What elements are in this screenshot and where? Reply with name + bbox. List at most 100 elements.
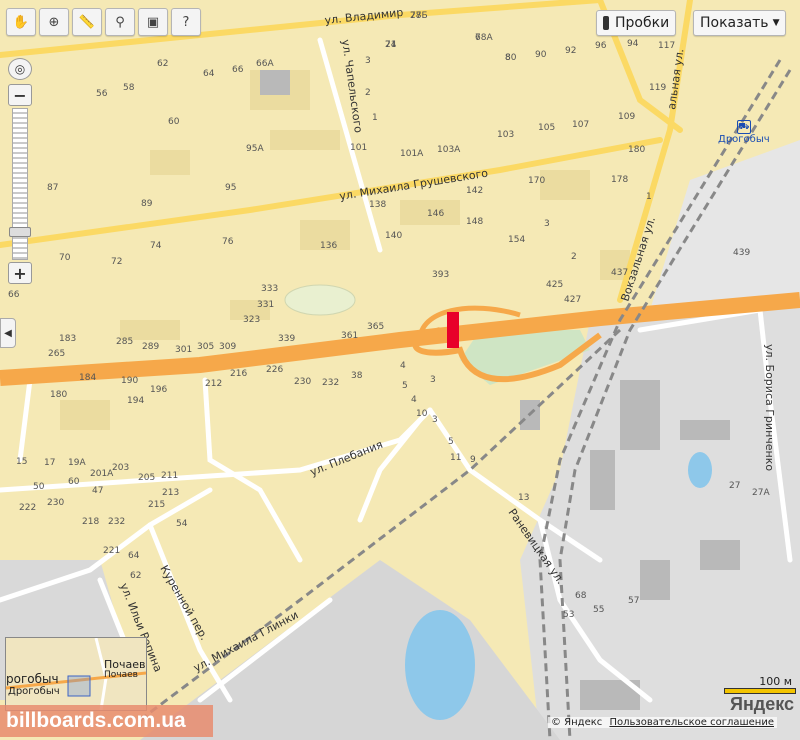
house-number: 439 — [733, 248, 750, 258]
zoom-area-tool-button[interactable]: ⊕ — [39, 8, 69, 36]
house-number: 4 — [411, 395, 417, 405]
house-number: 154 — [508, 235, 525, 245]
house-number: 222 — [19, 503, 36, 513]
house-number: 94 — [627, 39, 639, 49]
house-number: 323 — [243, 315, 260, 325]
house-number: 230 — [294, 377, 311, 387]
house-number: 232 — [322, 378, 339, 388]
house-number: 9 — [470, 455, 476, 465]
scale-label: 100 м — [759, 675, 792, 688]
traffic-button[interactable]: Пробки — [596, 10, 677, 36]
house-number: 146 — [427, 209, 444, 219]
house-number: 425 — [546, 280, 563, 290]
map-toolbar: ✋ ⊕ 📏 ⚲ ▣? — [6, 8, 201, 36]
house-number: 68 — [575, 591, 587, 601]
house-number: 74 — [150, 241, 162, 251]
house-number: 142 — [466, 186, 483, 196]
house-number: 3 — [544, 219, 550, 229]
house-number: 213 — [162, 488, 179, 498]
house-number: 331 — [257, 300, 274, 310]
ruler-tool-button[interactable]: 📏 — [72, 8, 102, 36]
stadium — [284, 284, 356, 316]
house-number: 393 — [432, 270, 449, 280]
house-number: 184 — [79, 373, 96, 383]
house-number: 203 — [112, 463, 129, 473]
chevron-left-icon: ◀ — [4, 327, 12, 339]
house-number: 56 — [96, 89, 108, 99]
house-number: 5 — [448, 437, 454, 447]
zoom-out-button[interactable]: − — [8, 84, 32, 106]
house-number: 109 — [618, 112, 635, 122]
house-number: 119 — [649, 83, 666, 93]
terms-link[interactable]: Пользовательское соглашение — [609, 717, 774, 728]
house-number: 180 — [50, 390, 67, 400]
house-number: 437 — [611, 268, 628, 278]
house-number: 285 — [116, 337, 133, 347]
house-number: 6 — [475, 33, 481, 43]
house-number: 339 — [278, 334, 295, 344]
house-number: 140 — [385, 231, 402, 241]
house-number: 21 — [385, 40, 396, 50]
house-number: 53 — [563, 610, 574, 620]
hand-icon: ✋ — [12, 14, 30, 30]
house-number: 196 — [150, 385, 167, 395]
minimap[interactable]: рогобыч Дрогобыч Почаев Почаев — [5, 637, 147, 711]
chevron-down-icon: ▼ — [772, 18, 780, 28]
help-icon: ? — [182, 14, 190, 30]
house-number: 138 — [369, 200, 386, 210]
house-number: 19A — [68, 458, 86, 468]
house-number: 64 — [128, 551, 140, 561]
map-canvas[interactable]: ул. Владимир ул. Чапельского ул. Михаила… — [0, 0, 800, 740]
house-number: 105 — [538, 123, 555, 133]
station-name: Дрогобыч — [718, 134, 770, 145]
house-number: 17 — [44, 458, 55, 468]
house-number: 305 — [197, 342, 214, 352]
house-number: 232 — [108, 517, 125, 527]
pond-small — [688, 452, 712, 488]
house-number: 309 — [219, 342, 236, 352]
house-number: 2 — [365, 88, 371, 98]
zoom-slider-handle[interactable] — [9, 227, 31, 237]
house-number: 194 — [127, 396, 144, 406]
show-layers-button[interactable]: Показать ▼ — [693, 10, 787, 36]
house-number: 333 — [261, 284, 278, 294]
zoom-control: ◎ − + — [8, 58, 32, 284]
minimap-town2: Почаев — [104, 670, 138, 680]
house-number: 180 — [628, 145, 645, 155]
billboard-marker[interactable] — [447, 312, 459, 348]
hand-tool-button[interactable]: ✋ — [6, 8, 36, 36]
house-number: 72 — [111, 257, 122, 267]
compass-icon[interactable]: ◎ — [8, 58, 32, 80]
house-number: 301 — [175, 345, 192, 355]
house-number: 27Б — [410, 11, 428, 21]
house-number: 361 — [341, 331, 358, 341]
house-number: 190 — [121, 376, 138, 386]
route-tool-button[interactable]: ⚲ — [105, 8, 135, 36]
house-number: 107 — [572, 120, 589, 130]
house-number: 148 — [466, 217, 483, 227]
house-number: 27А — [752, 488, 770, 498]
house-number: 8 — [505, 53, 511, 63]
house-number: 212 — [205, 379, 222, 389]
zoom-in-button[interactable]: + — [8, 262, 32, 284]
house-number: 215 — [148, 500, 165, 510]
house-number: 2 — [571, 252, 577, 262]
house-number: 13 — [518, 493, 529, 503]
house-number: 50 — [33, 482, 45, 492]
railway-station-icon: ⛟ — [736, 120, 751, 134]
zoom-slider[interactable] — [9, 108, 31, 260]
house-number: 62 — [157, 59, 168, 69]
house-number: 60 — [168, 117, 180, 127]
house-number: 92 — [565, 46, 576, 56]
help-tool-button[interactable]: ? — [171, 8, 201, 36]
house-number: 265 — [48, 349, 65, 359]
house-number: 103А — [437, 145, 461, 155]
layers-tool-button[interactable]: ▣ — [138, 8, 168, 36]
collapse-panel-button[interactable]: ◀ — [0, 318, 16, 348]
house-number: 117 — [658, 41, 675, 51]
house-number: 226 — [266, 365, 283, 375]
house-number: 5 — [402, 381, 408, 391]
house-number: 64 — [203, 69, 215, 79]
yandex-logo: Яндекс — [730, 694, 795, 714]
house-number: 58 — [123, 83, 135, 93]
